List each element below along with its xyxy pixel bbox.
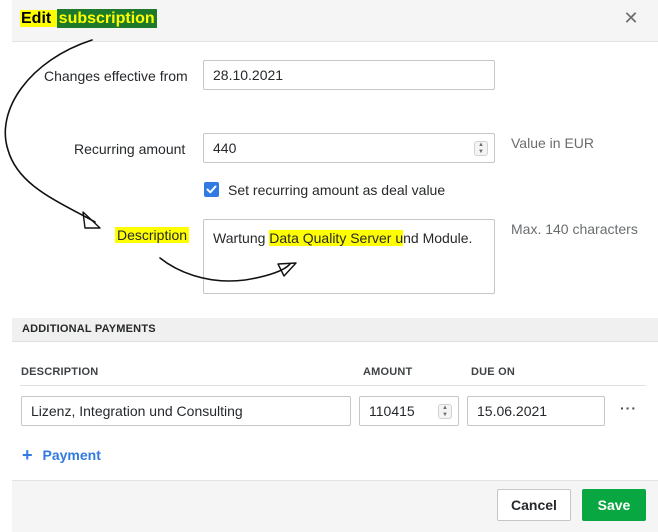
description-hint: Max. 140 characters — [511, 221, 638, 237]
deal-value-checkbox[interactable] — [204, 182, 219, 197]
dialog-footer: Cancel Save — [12, 480, 658, 532]
column-header-divider — [20, 385, 646, 386]
edit-subscription-dialog: Edit subscription ✕ Changes effective fr… — [0, 0, 658, 532]
additional-payments-title: ADDITIONAL PAYMENTS — [22, 323, 156, 335]
recurring-amount-input[interactable]: 440 ▲ ▼ — [203, 133, 495, 163]
effective-date-input[interactable]: 28.10.2021 — [203, 60, 495, 90]
save-button[interactable]: Save — [582, 489, 646, 521]
spinner-up-icon[interactable]: ▲ — [475, 142, 487, 148]
description-text-after: nd Module. — [403, 230, 473, 246]
spinner-down-icon[interactable]: ▼ — [475, 149, 487, 155]
dialog-title: Edit subscription — [20, 9, 157, 28]
dialog-header: Edit subscription ✕ — [12, 0, 658, 42]
column-header-due-on: DUE ON — [471, 366, 515, 378]
spinner-up-icon[interactable]: ▲ — [439, 405, 451, 411]
description-textarea[interactable]: Wartung Data Quality Server und Module. — [203, 219, 495, 294]
checkmark-icon — [206, 185, 217, 194]
additional-payments-section: ADDITIONAL PAYMENTS — [12, 318, 658, 342]
deal-value-checkbox-label[interactable]: Set recurring amount as deal value — [228, 182, 445, 198]
column-header-amount: AMOUNT — [363, 366, 413, 378]
add-payment-button[interactable]: + Payment — [22, 445, 101, 465]
payment-due-date-input[interactable]: 15.06.2021 — [467, 396, 605, 426]
close-icon[interactable]: ✕ — [622, 9, 640, 27]
payment-description-input[interactable]: Lizenz, Integration und Consulting — [21, 396, 351, 426]
payment-amount-stepper[interactable]: ▲ ▼ — [438, 404, 452, 419]
add-payment-label: Payment — [42, 447, 101, 463]
effective-date-label: Changes effective from — [44, 68, 188, 84]
recurring-amount-hint: Value in EUR — [511, 135, 595, 151]
payment-amount-input[interactable]: 110415 ▲ ▼ — [359, 396, 459, 426]
payment-amount-value: 110415 — [369, 403, 415, 419]
description-text-before: Wartung — [213, 230, 270, 246]
dialog-title-highlight: subscription — [56, 9, 157, 28]
plus-icon: + — [22, 445, 33, 465]
recurring-amount-label: Recurring amount — [74, 141, 186, 157]
more-icon[interactable]: ··· — [620, 400, 640, 416]
dialog-title-prefix: Edit — [20, 10, 57, 27]
recurring-amount-stepper[interactable]: ▲ ▼ — [474, 141, 488, 156]
spinner-down-icon[interactable]: ▼ — [439, 412, 451, 418]
cancel-button[interactable]: Cancel — [497, 489, 571, 521]
description-label: Description — [115, 227, 190, 243]
description-text-highlight: Data Quality Server u — [269, 230, 404, 246]
column-header-description: DESCRIPTION — [21, 366, 99, 378]
recurring-amount-value: 440 — [213, 140, 237, 156]
